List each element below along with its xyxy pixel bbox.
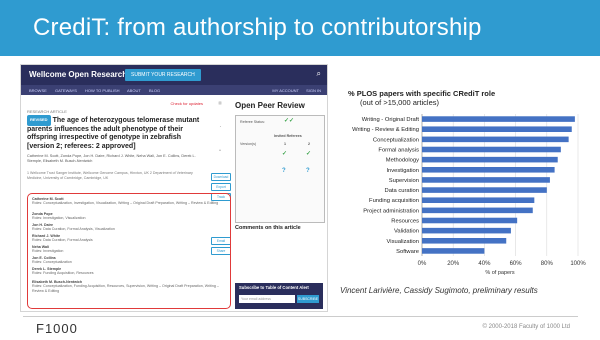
bar: [422, 248, 485, 254]
slide: CrediT: from authorship to contributorsh…: [0, 0, 600, 340]
check-updates-link[interactable]: Check for updates: [171, 101, 203, 106]
y-category-label: Supervision: [389, 178, 419, 184]
contribution-entry: Derek L. Stemple Roles: Funding Acquisiti…: [32, 267, 94, 276]
y-category-label: Funding acquisition: [369, 198, 419, 204]
y-category-label: Resources: [391, 219, 419, 225]
y-category-label: Formal analysis: [378, 148, 419, 154]
versions-label: Version(s): [240, 142, 257, 146]
bar: [422, 166, 555, 173]
contribution-entry: Neha Wali Roles: Investigation: [32, 245, 64, 254]
title-bar: CrediT: from authorship to contributorsh…: [0, 0, 600, 56]
cite-icon[interactable]: ❝: [213, 149, 227, 153]
bar: [422, 177, 550, 183]
email-input[interactable]: Your email address: [239, 295, 295, 303]
bar: [422, 136, 569, 143]
contribution-entry: Richard J. White Roles: Data Curation, Fo…: [32, 234, 93, 243]
submit-research-button[interactable]: SUBMIT YOUR RESEARCH: [125, 69, 201, 81]
y-category-label: Validation: [394, 229, 419, 235]
site-nav: BROWSE GATEWAYS HOW TO PUBLISH ABOUT BLO…: [21, 85, 327, 95]
footer-copyright: © 2000-2018 Faculty of 1000 Ltd: [482, 324, 570, 330]
bar: [422, 187, 547, 193]
revised-badge: REVISED: [27, 115, 51, 126]
x-tick-label: 0%: [418, 261, 427, 267]
x-tick-label: 20%: [447, 261, 460, 267]
contribution-entry: Jon E. Collins Roles: Conceptualization: [32, 256, 72, 265]
contribution-entry: Zonda Pope Roles: Investigation, Visualiz…: [32, 212, 86, 221]
open-peer-review-panel: Open Peer Review Referee Status: ✓✓ Invi…: [235, 101, 325, 231]
author-list[interactable]: Catherine M. Scott, Zonda Pope, Jon H. D…: [27, 154, 203, 164]
article-screenshot: Wellcome Open Research SUBMIT YOUR RESEA…: [20, 64, 328, 312]
referee-col-1: 1: [284, 142, 286, 146]
invited-referees-label: Invited Referees: [274, 134, 302, 138]
bar: [422, 227, 511, 234]
bar: [422, 116, 575, 122]
approved-tick-icon[interactable]: ✓: [282, 150, 287, 157]
y-category-label: Software: [396, 249, 419, 255]
peer-review-heading: Open Peer Review: [235, 101, 305, 110]
export-button[interactable]: Export: [211, 183, 231, 191]
x-tick-label: 80%: [541, 261, 554, 267]
nav-blog[interactable]: BLOG: [149, 88, 160, 93]
views-icon[interactable]: ◔: [213, 125, 227, 129]
bar: [422, 126, 572, 133]
y-category-label: Investigation: [386, 168, 419, 174]
referee-status-box: Referee Status: ✓✓ Invited Referees Vers…: [235, 115, 325, 223]
question-icon[interactable]: ?: [306, 168, 310, 174]
y-category-label: Visualization: [387, 239, 419, 245]
nav-how-to-publish[interactable]: HOW TO PUBLISH: [85, 88, 120, 93]
author-contributions-box: Catherine M. Scott Roles: Conceptualizati…: [27, 193, 231, 309]
y-category-label: Conceptualization: [373, 137, 419, 143]
referee-col-2: 2: [308, 142, 310, 146]
credit-line: Vincent Larivière, Cassidy Sugimoto, pre…: [340, 286, 538, 295]
x-tick-label: 60%: [510, 261, 523, 267]
x-tick-label: 100%: [570, 261, 586, 267]
toc-alert-title: Subscribe to Table of Content Alert: [239, 285, 309, 290]
search-icon[interactable]: ⌕: [317, 69, 321, 79]
bar: [422, 207, 533, 214]
x-tick-label: 40%: [478, 261, 491, 267]
contribution-entry: Elisabeth M. Busch-Nentwich Roles: Concep…: [32, 280, 219, 293]
site-logo[interactable]: Wellcome Open Research: [29, 70, 127, 79]
sign-in-link[interactable]: SIGN IN: [306, 88, 321, 93]
nav-browse[interactable]: BROWSE: [29, 88, 47, 93]
nav-about[interactable]: ABOUT: [127, 88, 141, 93]
subscribe-button[interactable]: SUBSCRIBE: [297, 295, 319, 303]
credit-role-bar-chart: 0% 20% 40% 60% 80% 100% Writing - Original Dra…: [352, 114, 586, 276]
comments-heading: Comments on this article: [235, 225, 301, 231]
article-title: REVISED The age of heterozygous telomeras…: [27, 115, 205, 152]
y-category-label: Writing - Review & Editing: [352, 127, 419, 133]
chart-subtitle: (out of >15,000 articles): [360, 98, 440, 107]
question-icon[interactable]: ?: [282, 168, 286, 174]
approved-tick-icon: ✓✓: [284, 118, 295, 124]
bar: [422, 156, 558, 163]
footer-divider: [23, 316, 578, 317]
site-header: Wellcome Open Research SUBMIT YOUR RESEA…: [21, 65, 327, 85]
f1000-logo: F1000: [36, 321, 78, 336]
bar: [422, 237, 507, 244]
bar: [422, 146, 561, 153]
approved-tick-icon[interactable]: ✓: [306, 150, 311, 157]
referee-status-label: Referee Status:: [240, 120, 265, 124]
chart-title: % PLOS papers with specific CRediT role: [348, 89, 496, 98]
y-category-label: Data curation: [385, 188, 419, 194]
my-account-link[interactable]: MY ACCOUNT: [272, 88, 299, 93]
nav-gateways[interactable]: GATEWAYS: [55, 88, 77, 93]
slide-title: CrediT: from authorship to contributorsh…: [33, 14, 482, 41]
y-category-label: Writing - Original Draft: [362, 117, 420, 123]
y-category-label: Project administration: [363, 208, 419, 214]
bar: [422, 217, 518, 224]
toc-alert-box: Subscribe to Table of Content Alert Your…: [235, 283, 323, 309]
x-axis-label: % of papers: [485, 270, 515, 276]
metrics-icon[interactable]: ▥: [213, 101, 227, 105]
bar: [422, 197, 535, 204]
article-title-text: The age of heterozygous telomerase mutan…: [27, 117, 200, 150]
article-type: RESEARCH ARTICLE: [27, 109, 67, 114]
contribution-entry: Catherine M. Scott Roles: Conceptualizati…: [32, 197, 219, 206]
download-button[interactable]: Download: [211, 173, 231, 181]
y-category-label: Methodology: [386, 158, 419, 164]
contribution-entry: Jon H. Daire Roles: Data Curation, Formal…: [32, 223, 115, 232]
affiliations: 1 Wellcome Trust Sanger Institute, Wellc…: [27, 171, 193, 180]
